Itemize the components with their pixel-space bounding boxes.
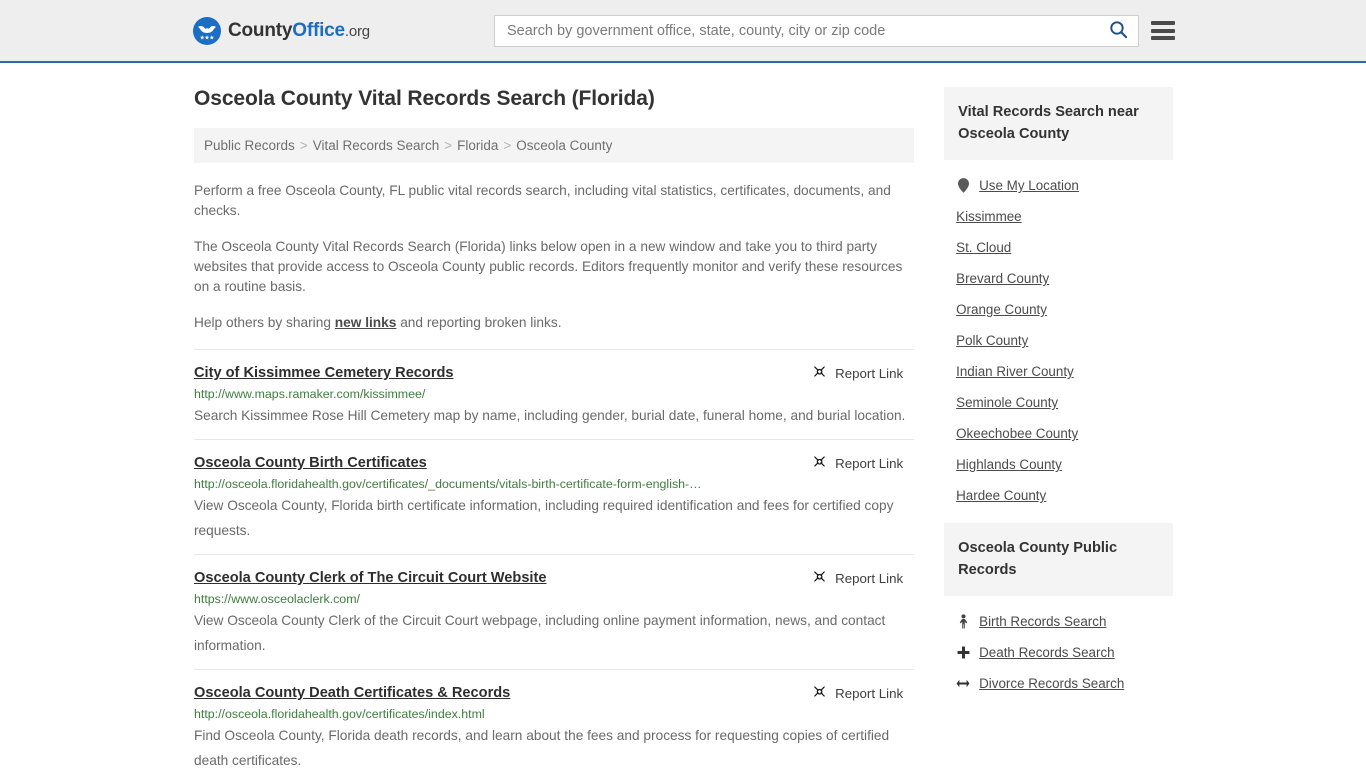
result-title-link[interactable]: Osceola County Birth Certificates	[194, 454, 427, 472]
split-arrow-icon	[956, 678, 970, 689]
report-link-label: Report Link	[835, 570, 904, 586]
hamburger-bar	[1151, 36, 1175, 40]
hamburger-bar	[1151, 21, 1175, 25]
brand-wordmark: CountyOffice.org	[228, 20, 370, 42]
result-title-link[interactable]: Osceola County Clerk of The Circuit Cour…	[194, 569, 546, 587]
share-text-after: and reporting broken links.	[396, 315, 562, 330]
sidebar-link[interactable]: Okeechobee County	[956, 426, 1078, 441]
map-pin-icon	[956, 178, 970, 193]
sidebar-nearby-heading: Vital Records Search near Osceola County	[944, 87, 1173, 160]
result-description: View Osceola County, Florida birth certi…	[194, 498, 894, 538]
new-links-link[interactable]: new links	[335, 315, 397, 330]
baby-icon	[956, 614, 970, 629]
result-description: View Osceola County Clerk of the Circuit…	[194, 613, 886, 653]
sidebar-item-okeechobee-county[interactable]: Okeechobee County	[944, 418, 1173, 449]
sidebar-link[interactable]: Divorce Records Search	[979, 676, 1124, 691]
sidebar-item-hardee-county[interactable]: Hardee County	[944, 480, 1173, 511]
sidebar-item-brevard-county[interactable]: Brevard County	[944, 263, 1173, 294]
result-description: Find Osceola County, Florida death recor…	[194, 728, 890, 768]
sidebar-item-birth-records-search[interactable]: Birth Records Search	[944, 606, 1173, 637]
report-link-label: Report Link	[835, 365, 904, 381]
result-url: http://www.maps.ramaker.com/kissimmee/	[194, 387, 426, 401]
report-link-button[interactable]: Report Link	[812, 684, 914, 702]
hamburger-bar	[1151, 28, 1175, 33]
sidebar-link[interactable]: Seminole County	[956, 395, 1058, 410]
page-title: Osceola County Vital Records Search (Flo…	[194, 87, 655, 110]
brand-suffix: .org	[344, 22, 370, 40]
sidebar-link[interactable]: Polk County	[956, 333, 1028, 348]
sidebar-item-highlands-county[interactable]: Highlands County	[944, 449, 1173, 480]
sidebar-item-orange-county[interactable]: Orange County	[944, 294, 1173, 325]
sidebar-link[interactable]: Indian River County	[956, 364, 1074, 379]
intro-paragraph-1: Perform a free Osceola County, FL public…	[194, 183, 891, 218]
sidebar-item-polk-county[interactable]: Polk County	[944, 325, 1173, 356]
intro-paragraph-2: The Osceola County Vital Records Search …	[194, 239, 903, 294]
sidebar-public-records-list: Birth Records Search Death Records Searc…	[944, 596, 1173, 699]
sidebar-item-indian-river-county[interactable]: Indian River County	[944, 356, 1173, 387]
broken-link-icon	[812, 364, 827, 382]
result-item: City of Kissimmee Cemetery Records Repor…	[194, 349, 915, 439]
sidebar-item-kissimmee[interactable]: Kissimmee	[944, 201, 1173, 232]
sidebar-item-death-records-search[interactable]: Death Records Search	[944, 637, 1173, 668]
use-my-location-link[interactable]: Use My Location	[979, 178, 1079, 193]
hamburger-menu-icon[interactable]	[1151, 21, 1175, 40]
share-text-before: Help others by sharing	[194, 315, 335, 330]
result-url: https://www.osceolaclerk.com/	[194, 592, 360, 606]
sidebar-link[interactable]: Brevard County	[956, 271, 1049, 286]
sidebar-link[interactable]: Hardee County	[956, 488, 1046, 503]
sidebar-item-seminole-county[interactable]: Seminole County	[944, 387, 1173, 418]
search-icon	[1109, 20, 1128, 42]
intro-paragraph-3: Help others by sharing new links and rep…	[194, 313, 914, 333]
result-description: Search Kissimmee Rose Hill Cemetery map …	[194, 408, 906, 423]
breadcrumb-separator: >	[503, 138, 512, 153]
report-link-label: Report Link	[835, 685, 904, 701]
result-title-link[interactable]: City of Kissimmee Cemetery Records	[194, 364, 454, 382]
breadcrumb-separator: >	[444, 138, 453, 153]
sidebar-link[interactable]: Orange County	[956, 302, 1047, 317]
site-header: CountyOffice.org	[0, 0, 1366, 63]
sidebar-item-divorce-records-search[interactable]: Divorce Records Search	[944, 668, 1173, 699]
main-content: Osceola County Vital Records Search (Flo…	[194, 87, 915, 768]
sidebar-link[interactable]: Death Records Search	[979, 645, 1114, 660]
breadcrumb-item-florida[interactable]: Florida	[457, 138, 498, 153]
brand-accent: Office	[292, 19, 345, 41]
sidebar: Vital Records Search near Osceola County…	[944, 87, 1173, 768]
sidebar-link[interactable]: Birth Records Search	[979, 614, 1106, 629]
search-input[interactable]	[495, 15, 1098, 46]
sidebar-link[interactable]: St. Cloud	[956, 240, 1011, 255]
report-link-button[interactable]: Report Link	[812, 364, 914, 382]
result-item: Osceola County Birth Certificates Report…	[194, 439, 915, 554]
result-url: http://osceola.floridahealth.gov/certifi…	[194, 477, 702, 491]
breadcrumb-item-public-records[interactable]: Public Records	[204, 138, 295, 153]
sidebar-item-use-my-location[interactable]: Use My Location	[944, 170, 1173, 201]
result-url: http://osceola.floridahealth.gov/certifi…	[194, 707, 485, 721]
sidebar-nearby-list: Use My Location Kissimmee St. Cloud Brev…	[944, 160, 1173, 511]
search-bar[interactable]	[494, 14, 1139, 47]
breadcrumb: Public Records > Vital Records Search > Flor…	[194, 128, 915, 163]
breadcrumb-item-osceola-county[interactable]: Osceola County	[516, 138, 612, 153]
cross-icon	[956, 646, 970, 659]
sidebar-item-st-cloud[interactable]: St. Cloud	[944, 232, 1173, 263]
report-link-button[interactable]: Report Link	[812, 569, 914, 587]
page-body: Osceola County Vital Records Search (Flo…	[0, 63, 1366, 768]
sidebar-public-records-heading: Osceola County Public Records	[944, 523, 1173, 596]
sidebar-link[interactable]: Kissimmee	[956, 209, 1021, 224]
result-item: Osceola County Clerk of The Circuit Cour…	[194, 554, 915, 669]
eagle-seal-logo	[193, 16, 221, 45]
result-item: Osceola County Death Certificates & Reco…	[194, 669, 915, 768]
result-title-link[interactable]: Osceola County Death Certificates & Reco…	[194, 684, 510, 702]
report-link-button[interactable]: Report Link	[812, 454, 914, 472]
breadcrumb-separator: >	[299, 138, 308, 153]
broken-link-icon	[812, 684, 827, 702]
site-logo-link[interactable]: CountyOffice.org	[193, 16, 370, 45]
search-button[interactable]	[1098, 16, 1138, 46]
broken-link-icon	[812, 569, 827, 587]
report-link-label: Report Link	[835, 455, 904, 471]
sidebar-link[interactable]: Highlands County	[956, 457, 1062, 472]
breadcrumb-item-vital-records-search[interactable]: Vital Records Search	[313, 138, 440, 153]
broken-link-icon	[812, 454, 827, 472]
brand-prefix: County	[228, 19, 293, 41]
